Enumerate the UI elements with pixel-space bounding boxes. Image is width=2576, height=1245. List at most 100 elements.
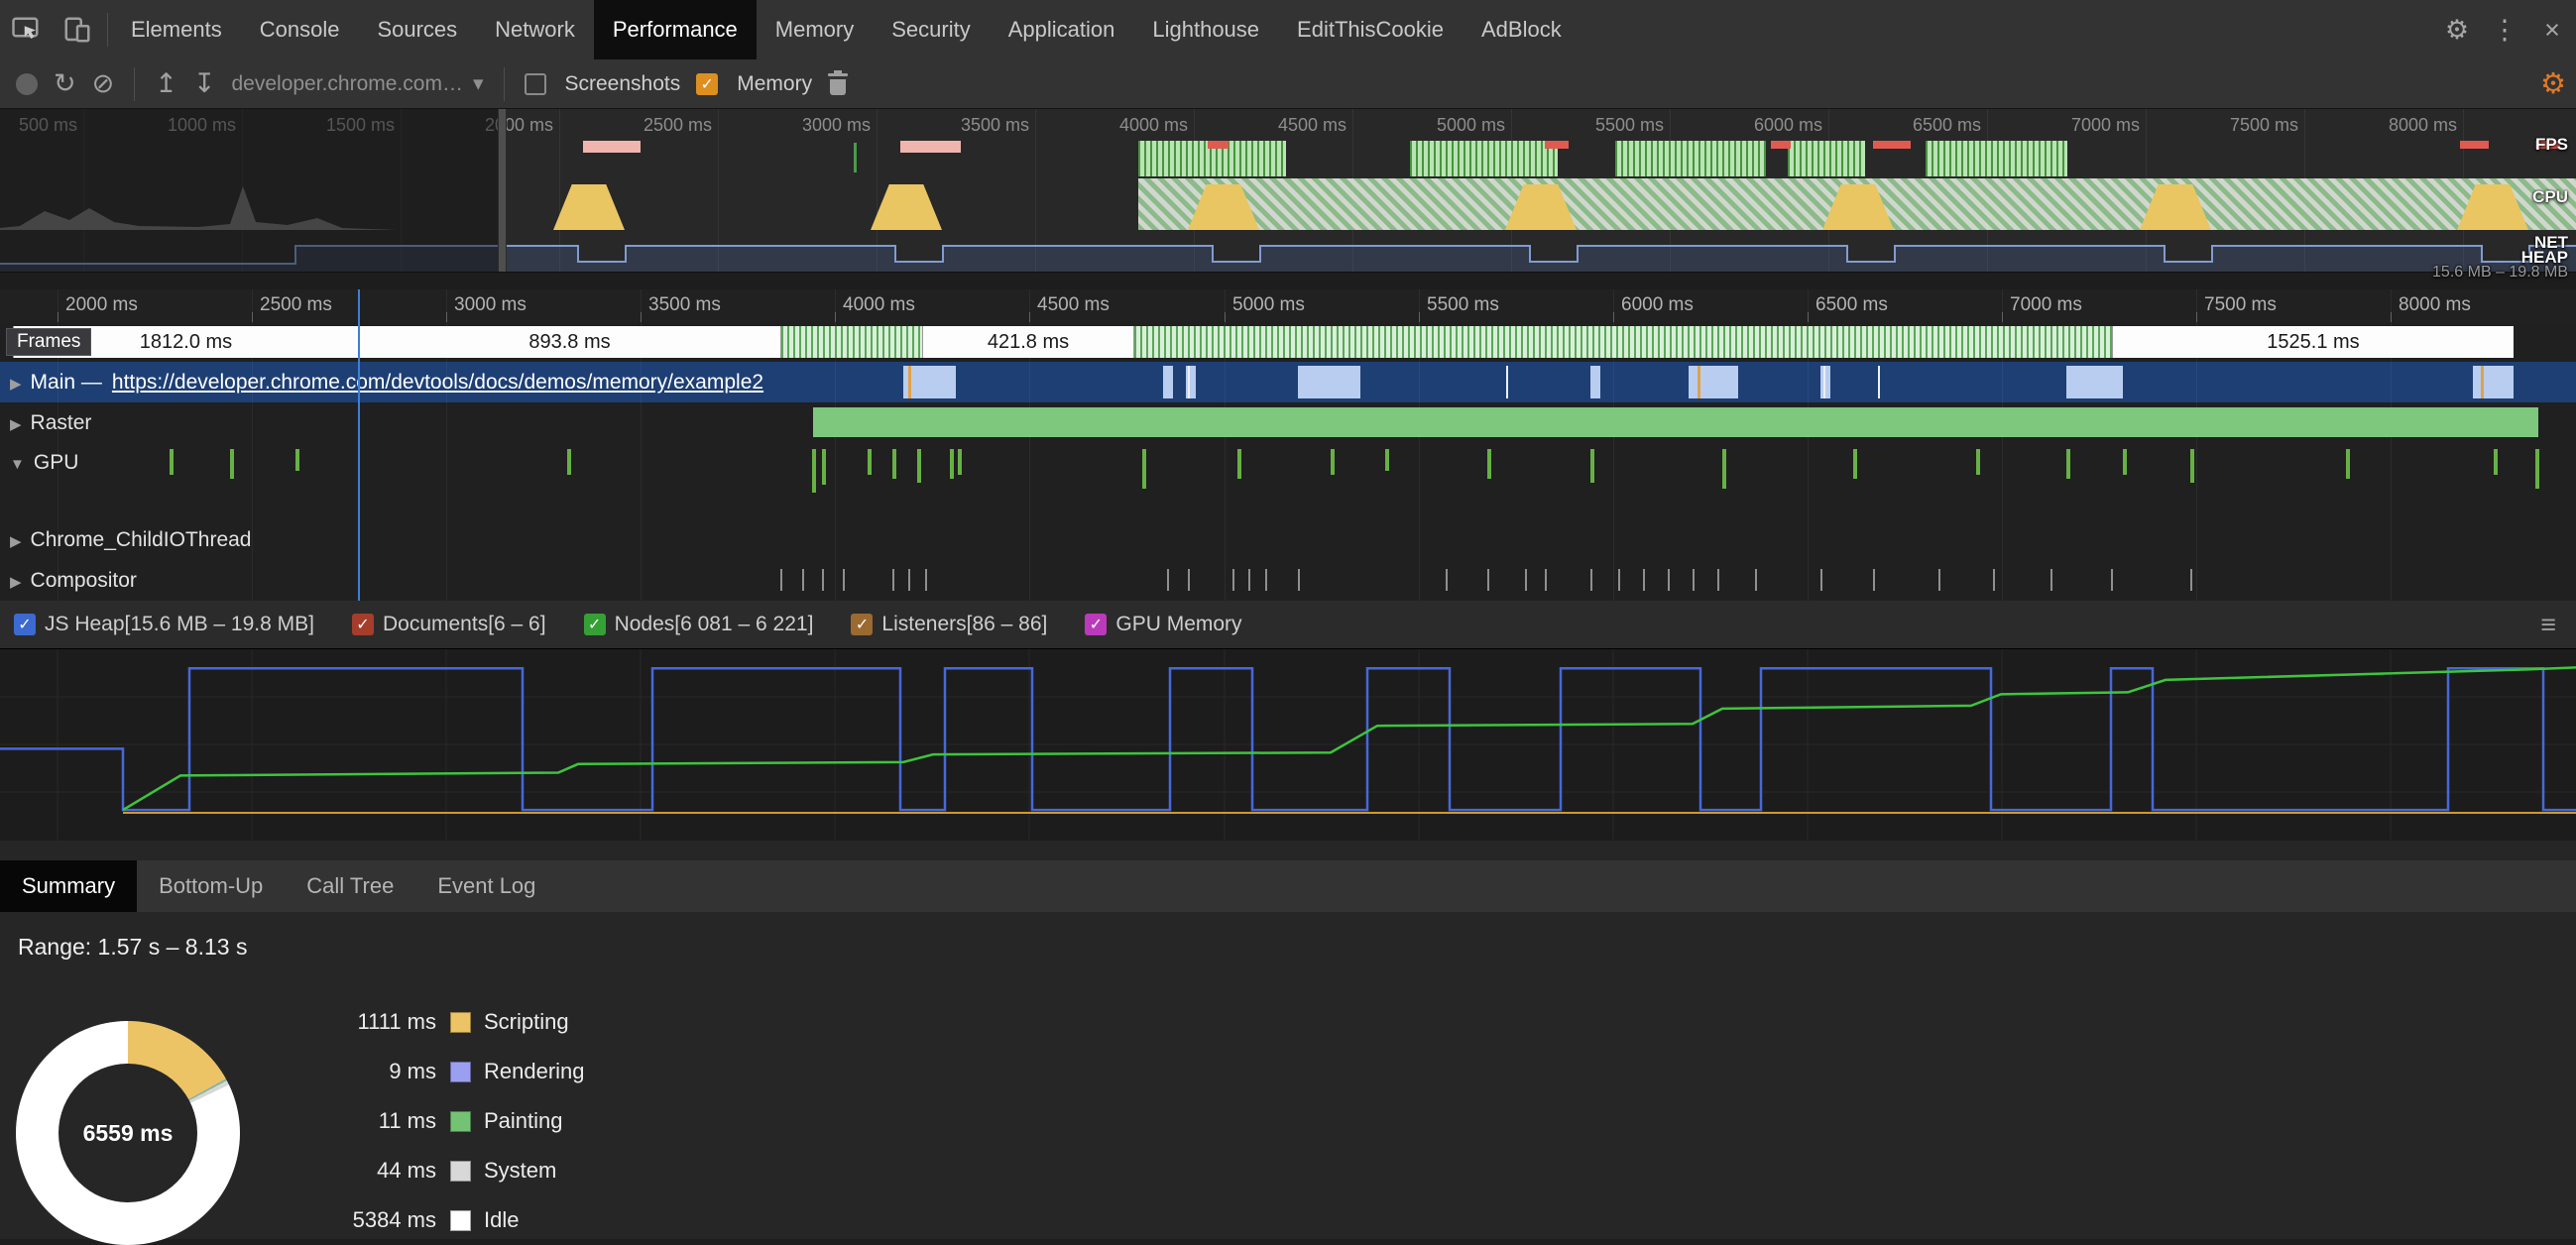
memory-counter-toggle[interactable]: ✓Documents[6 – 6]: [352, 613, 546, 636]
counter-checkbox[interactable]: ✓: [1085, 614, 1107, 635]
gpu-activity-bar[interactable]: [230, 449, 234, 479]
tab-security[interactable]: Security: [873, 0, 989, 59]
track-compositor[interactable]: ▶Compositor: [0, 560, 2576, 602]
gpu-activity-bar[interactable]: [1385, 449, 1389, 471]
gpu-activity-bar[interactable]: [2123, 449, 2127, 475]
track-main-thread[interactable]: ▶Main —https://developer.chrome.com/devt…: [0, 362, 2576, 403]
timeline-ruler[interactable]: 2000 ms2500 ms3000 ms3500 ms4000 ms4500 …: [0, 289, 2576, 323]
device-toolbar-icon[interactable]: [52, 0, 103, 59]
track-raster[interactable]: ▶Raster: [0, 402, 2576, 444]
frame-striped-segment[interactable]: [780, 326, 922, 358]
timeline-overview[interactable]: 500 ms1000 ms1500 ms2000 ms2500 ms3000 m…: [0, 109, 2576, 290]
main-activity-block[interactable]: [2066, 366, 2123, 398]
gpu-activity-bar[interactable]: [2346, 449, 2350, 479]
memory-counters-chart[interactable]: [0, 649, 2576, 842]
frame-duration-segment[interactable]: 421.8 ms: [922, 326, 1133, 358]
frame-striped-segment[interactable]: [1133, 326, 2112, 358]
gpu-activity-bar[interactable]: [1853, 449, 1857, 479]
main-track-url[interactable]: https://developer.chrome.com/devtools/do…: [112, 371, 763, 394]
memory-checkbox[interactable]: ✓: [696, 73, 718, 95]
gpu-activity-bar[interactable]: [295, 449, 299, 471]
main-activity-block[interactable]: [1689, 366, 1738, 398]
gpu-activity-bar[interactable]: [1487, 449, 1491, 479]
inspect-element-icon[interactable]: [0, 0, 52, 59]
memory-counter-toggle[interactable]: ✓JS Heap[15.6 MB – 19.8 MB]: [14, 613, 314, 636]
tab-memory[interactable]: Memory: [757, 0, 873, 59]
garbage-collect-icon[interactable]: [828, 70, 848, 97]
main-orange-marker: [1698, 366, 1700, 398]
main-activity-block[interactable]: [2473, 366, 2514, 398]
gpu-activity-bar[interactable]: [1590, 449, 1594, 483]
compositor-tick: [802, 569, 804, 591]
tab-performance[interactable]: Performance: [594, 0, 757, 59]
close-icon[interactable]: ×: [2528, 15, 2576, 46]
gpu-activity-bar[interactable]: [1331, 449, 1335, 475]
gpu-activity-bar[interactable]: [958, 449, 962, 475]
panel-splitter[interactable]: [0, 841, 2576, 861]
save-profile-icon[interactable]: ↧: [193, 70, 216, 97]
gpu-activity-bar[interactable]: [868, 449, 872, 475]
main-activity-block[interactable]: [1298, 366, 1360, 398]
tab-application[interactable]: Application: [990, 0, 1134, 59]
details-tab-summary[interactable]: Summary: [0, 860, 137, 912]
tab-editthiscookie[interactable]: EditThisCookie: [1278, 0, 1463, 59]
gpu-activity-bar[interactable]: [2066, 449, 2070, 479]
record-button[interactable]: [16, 73, 38, 95]
gpu-activity-bar[interactable]: [950, 449, 954, 479]
gpu-activity-bar[interactable]: [812, 449, 816, 493]
memory-counter-toggle[interactable]: ✓Nodes[6 081 – 6 221]: [584, 613, 814, 636]
gpu-activity-bar[interactable]: [1142, 449, 1146, 489]
disclosure-down-icon[interactable]: ▼: [10, 456, 25, 473]
kebab-menu-icon[interactable]: ⋮: [2481, 15, 2528, 46]
gpu-activity-bar[interactable]: [1237, 449, 1241, 479]
tab-lighthouse[interactable]: Lighthouse: [1133, 0, 1278, 59]
details-tab-event-log[interactable]: Event Log: [415, 860, 557, 912]
main-activity-block[interactable]: [1590, 366, 1600, 398]
main-activity-block[interactable]: [1163, 366, 1173, 398]
counter-checkbox[interactable]: ✓: [584, 614, 606, 635]
counter-checkbox[interactable]: ✓: [851, 614, 873, 635]
gpu-activity-bar[interactable]: [567, 449, 571, 475]
frame-duration-segment[interactable]: 1525.1 ms: [2112, 326, 2514, 358]
gpu-activity-bar[interactable]: [2535, 449, 2539, 489]
disclosure-right-icon[interactable]: ▶: [10, 533, 22, 550]
disclosure-right-icon[interactable]: ▶: [10, 416, 22, 433]
capture-settings-gear-icon[interactable]: ⚙: [2540, 68, 2566, 100]
tab-console[interactable]: Console: [241, 0, 359, 59]
track-gpu[interactable]: ▼GPU: [0, 443, 2576, 520]
frame-duration-segment[interactable]: 893.8 ms: [358, 326, 780, 358]
disclosure-right-icon[interactable]: ▶: [10, 574, 22, 591]
load-profile-icon[interactable]: ↥: [155, 70, 177, 97]
details-tab-call-tree[interactable]: Call Tree: [285, 860, 415, 912]
screenshots-checkbox[interactable]: [525, 73, 546, 95]
gpu-activity-bar[interactable]: [822, 449, 826, 485]
reload-and-record-icon[interactable]: ↻: [54, 70, 76, 97]
counter-checkbox[interactable]: ✓: [14, 614, 36, 635]
gpu-activity-bar[interactable]: [2190, 449, 2194, 483]
overview-selection-grip[interactable]: [498, 109, 507, 289]
main-activity-block[interactable]: [1820, 366, 1830, 398]
gpu-activity-bar[interactable]: [1722, 449, 1726, 489]
tab-network[interactable]: Network: [476, 0, 594, 59]
memory-counter-toggle[interactable]: ✓GPU Memory: [1085, 613, 1241, 636]
gpu-activity-bar[interactable]: [170, 449, 174, 475]
clear-recording-icon[interactable]: ⊘: [92, 70, 115, 97]
gpu-activity-bar[interactable]: [1976, 449, 1980, 475]
tab-elements[interactable]: Elements: [112, 0, 241, 59]
track-chrome-childiothread[interactable]: ▶Chrome_ChildIOThread: [0, 519, 2576, 561]
details-tab-bottom-up[interactable]: Bottom-Up: [137, 860, 285, 912]
counter-checkbox[interactable]: ✓: [352, 614, 374, 635]
track-frames[interactable]: Frames 1812.0 ms893.8 ms421.8 ms1525.1 m…: [0, 322, 2576, 363]
tab-sources[interactable]: Sources: [358, 0, 476, 59]
gpu-activity-bar[interactable]: [2494, 449, 2498, 475]
gpu-activity-bar[interactable]: [892, 449, 896, 479]
settings-gear-icon[interactable]: ⚙: [2433, 15, 2481, 46]
disclosure-right-icon[interactable]: ▶: [10, 376, 22, 393]
hamburger-menu-icon[interactable]: ≡: [2540, 610, 2556, 640]
memory-counter-toggle[interactable]: ✓Listeners[86 – 86]: [851, 613, 1047, 636]
gpu-activity-bar[interactable]: [917, 449, 921, 483]
memory-checkbox-group[interactable]: ✓ Memory: [696, 72, 812, 96]
tab-adblock[interactable]: AdBlock: [1463, 0, 1581, 59]
page-selector-dropdown[interactable]: developer.chrome.com… ▾: [232, 71, 484, 96]
screenshots-checkbox-group[interactable]: Screenshots: [525, 72, 681, 96]
